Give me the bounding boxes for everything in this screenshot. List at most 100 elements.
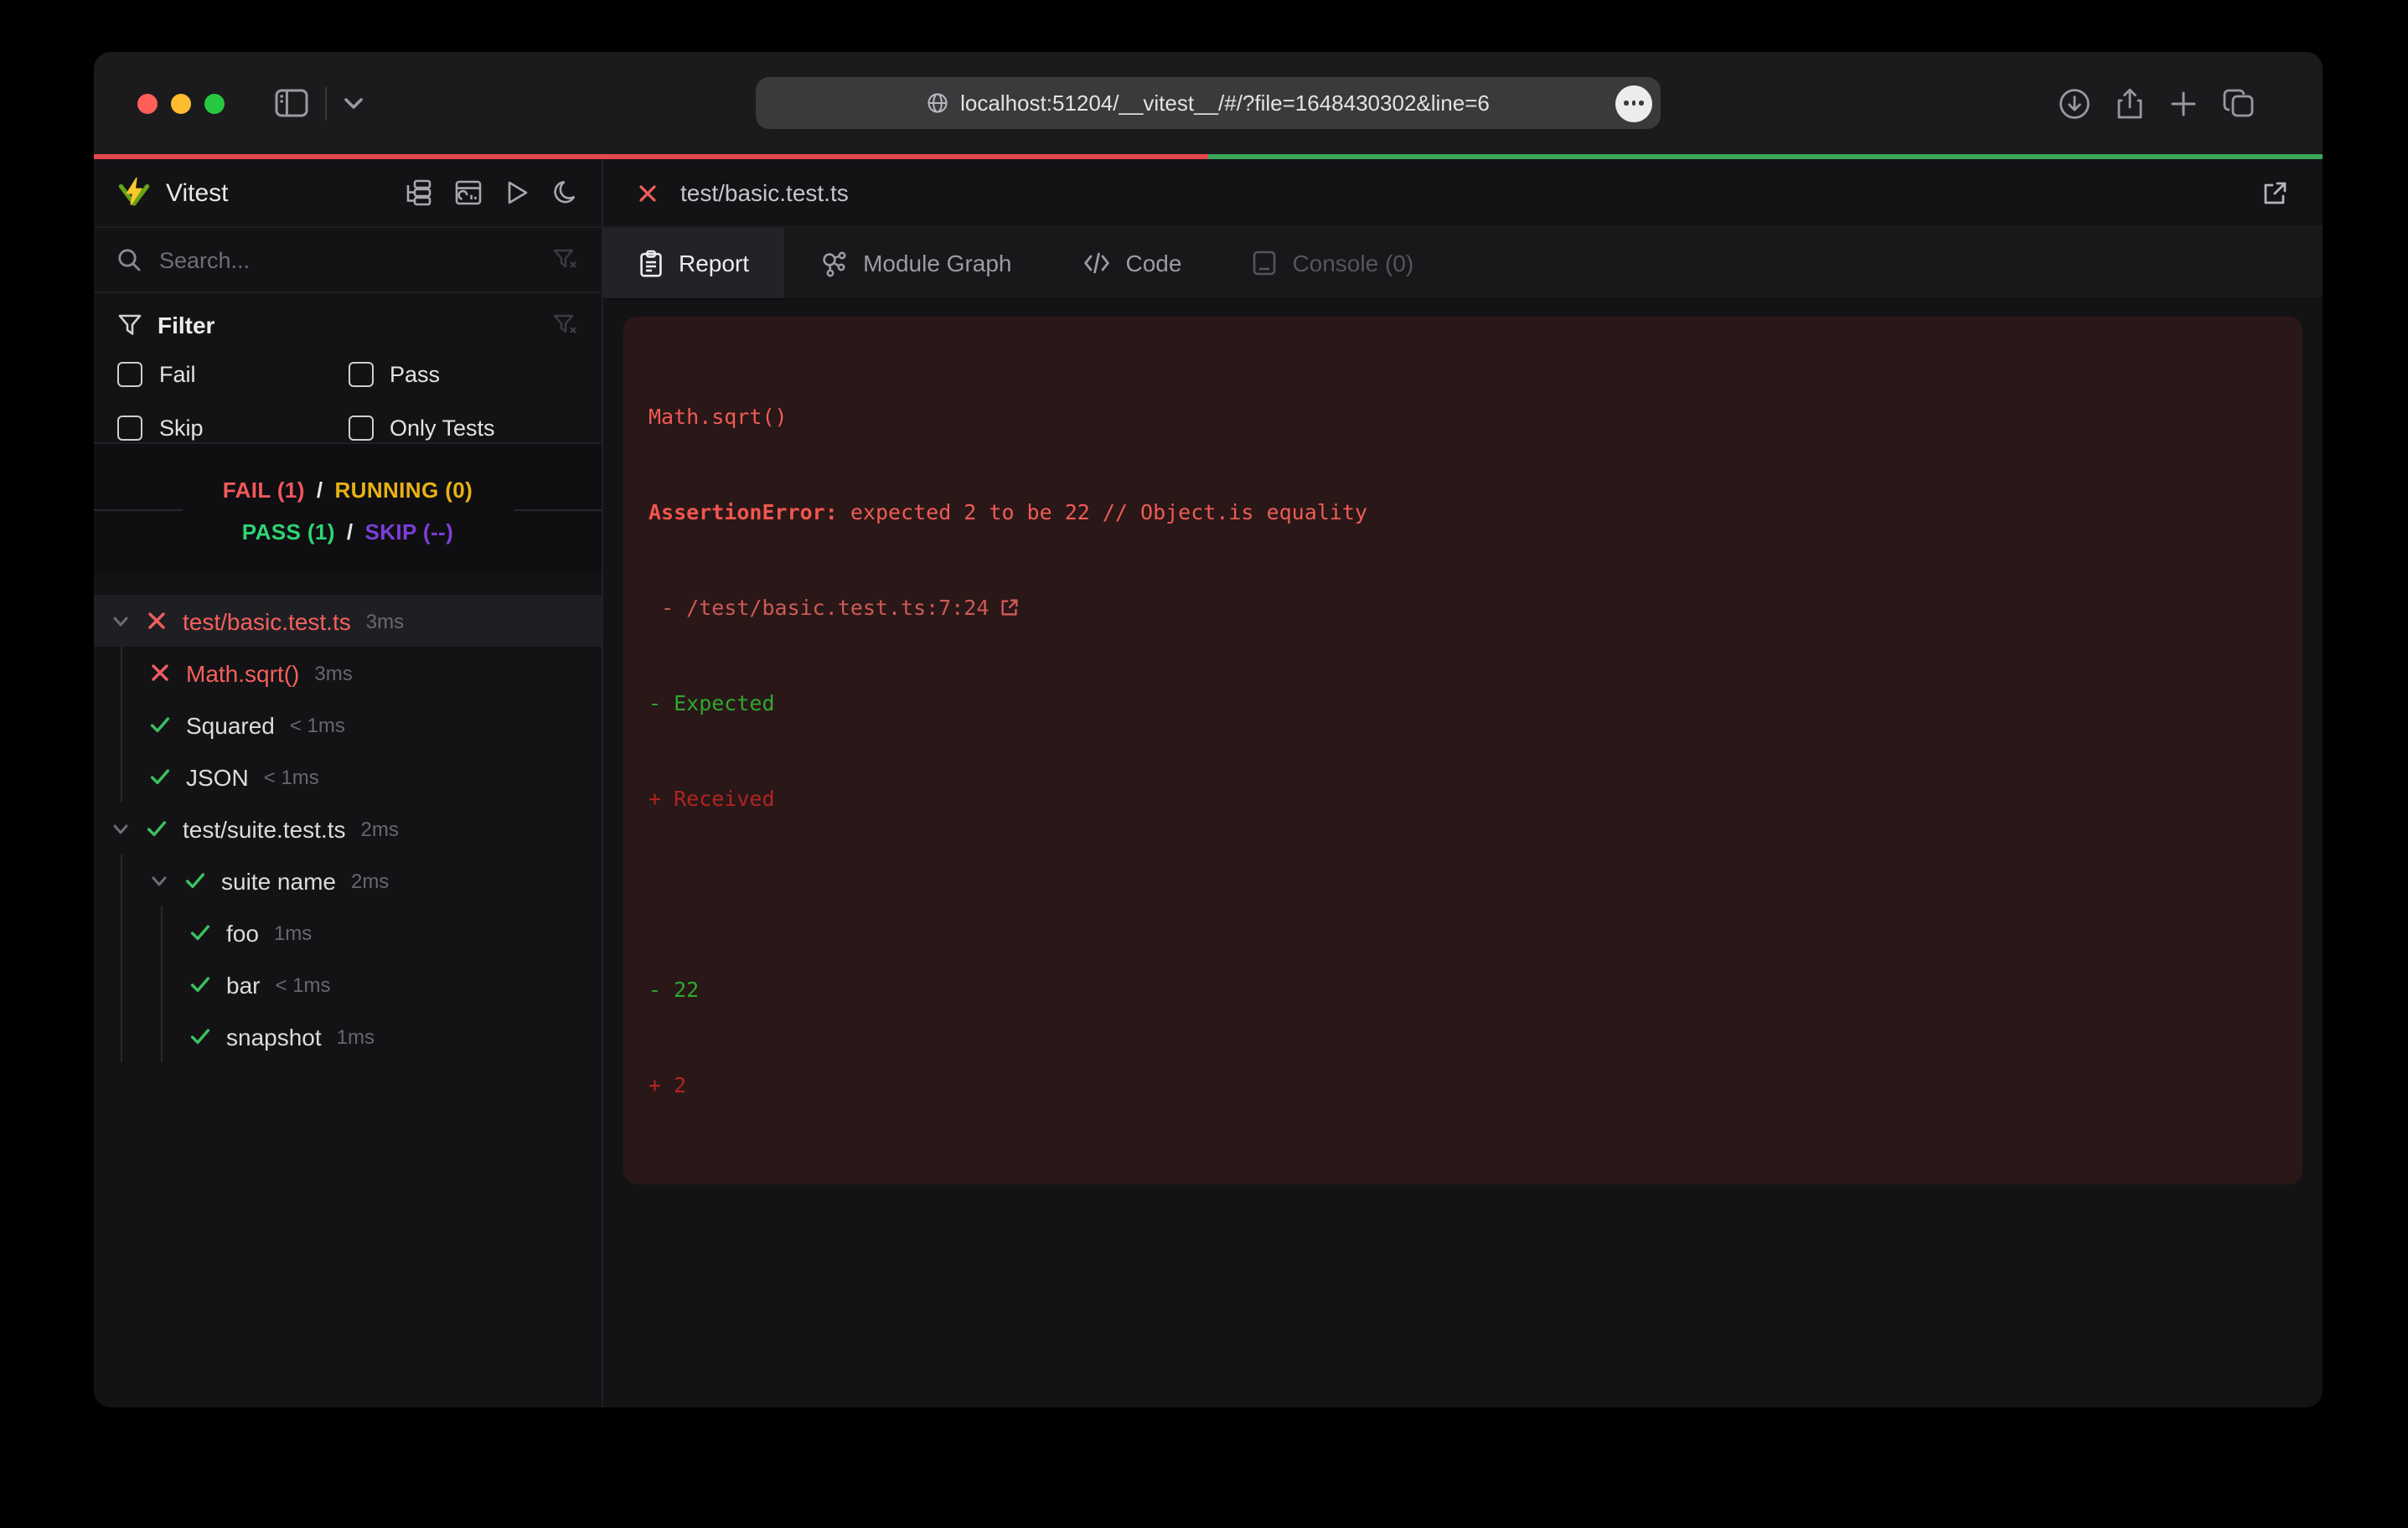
tab-report[interactable]: Report: [603, 228, 784, 298]
tree-row-math-sqrt[interactable]: Math.sqrt() 3ms: [94, 647, 602, 699]
tab-overview-icon[interactable]: [2222, 87, 2256, 119]
list-tree-icon[interactable]: [404, 179, 432, 206]
browser-toolbar: localhost:51204/__vitest__/#/?file=16484…: [94, 52, 2323, 154]
checkbox-icon[interactable]: [117, 361, 142, 386]
filter-checkbox-only-tests[interactable]: Only Tests: [348, 410, 578, 444]
chevron-down-icon[interactable]: [149, 870, 169, 890]
zoom-window-button[interactable]: [204, 93, 225, 113]
filter-checkbox-fail[interactable]: Fail: [117, 357, 348, 390]
tab-console-label: Console (0): [1292, 250, 1413, 276]
running-count: RUNNING (0): [334, 477, 473, 502]
failed-test-title: Math.sqrt(): [649, 400, 2277, 432]
chevron-down-icon[interactable]: [111, 611, 131, 631]
pass-check-icon: [189, 973, 211, 995]
search-bar: [94, 228, 602, 293]
sidebar-header: Vitest: [94, 159, 602, 228]
diff-removed-value: - 22: [649, 973, 2277, 1005]
dashboard-icon[interactable]: [454, 179, 483, 206]
fail-x-icon: [149, 662, 171, 684]
app-title: Vitest: [166, 178, 229, 207]
indent-guide: [121, 854, 122, 1062]
error-message-line: AssertionError: expected 2 to be 22 // O…: [649, 496, 2277, 528]
test-name: JSON: [186, 763, 249, 790]
test-duration: < 1ms: [275, 973, 330, 996]
filter-checkbox-pass[interactable]: Pass: [348, 357, 578, 390]
test-name: foo: [226, 919, 259, 946]
tab-console[interactable]: Console (0): [1217, 228, 1449, 298]
checkbox-icon[interactable]: [348, 361, 373, 386]
tab-report-label: Report: [679, 250, 749, 276]
report-view: Math.sqrt() AssertionError: expected 2 t…: [603, 300, 2323, 1407]
tree-row-suite-name[interactable]: suite name 2ms: [94, 854, 602, 906]
test-summary: FAIL (1) / RUNNING (0) PASS (1) / SKIP (…: [94, 444, 602, 573]
summary-row-fail-running: FAIL (1) / RUNNING (0): [94, 469, 602, 509]
search-input[interactable]: [156, 245, 553, 274]
error-location[interactable]: - /test/basic.test.ts:7:24: [649, 591, 989, 623]
window-controls: [137, 93, 225, 113]
sidebar: Vitest: [94, 159, 603, 1407]
tab-code[interactable]: Code: [1047, 228, 1217, 298]
tab-code-label: Code: [1126, 250, 1182, 276]
filter-label-fail: Fail: [159, 361, 196, 386]
run-all-icon[interactable]: [504, 179, 530, 206]
open-file-name: test/basic.test.ts: [680, 179, 849, 206]
tree-row-foo[interactable]: foo 1ms: [94, 906, 602, 958]
checkbox-icon[interactable]: [348, 415, 373, 440]
close-window-button[interactable]: [137, 93, 158, 113]
summary-separator: /: [317, 477, 323, 502]
tree-row-suite-test-file[interactable]: test/suite.test.ts 2ms: [94, 803, 602, 854]
sidebar-toggle-icon[interactable]: [275, 89, 308, 117]
pass-check-icon: [189, 1025, 211, 1047]
chevron-down-icon[interactable]: [111, 818, 131, 839]
summary-row-pass-skip: PASS (1) / SKIP (--): [94, 511, 602, 551]
tab-module-graph[interactable]: Module Graph: [784, 228, 1046, 298]
tree-row-basic-test-file[interactable]: test/basic.test.ts 3ms: [94, 595, 602, 647]
console-icon: [1252, 250, 1277, 276]
pass-check-icon: [149, 766, 171, 787]
skip-count: SKIP (--): [365, 519, 454, 544]
filter-funnel-icon: [117, 313, 142, 337]
fail-x-icon: [146, 610, 168, 632]
clear-search-filter-icon[interactable]: [553, 248, 578, 271]
test-file-name: test/suite.test.ts: [183, 815, 346, 842]
open-location-icon[interactable]: [999, 596, 1021, 618]
new-tab-icon[interactable]: [2168, 88, 2199, 118]
fail-x-icon: [637, 182, 659, 204]
test-duration: 1ms: [274, 921, 312, 944]
indent-guide: [121, 647, 122, 803]
tree-row-snapshot[interactable]: snapshot 1ms: [94, 1010, 602, 1062]
diff-blank-line: [649, 878, 2277, 910]
checkbox-icon[interactable]: [117, 415, 142, 440]
file-header: test/basic.test.ts: [603, 159, 2323, 228]
code-icon: [1083, 251, 1111, 275]
page-settings-button[interactable]: [1615, 85, 1652, 121]
toolbar-divider: [325, 86, 327, 120]
error-location-line[interactable]: - /test/basic.test.ts:7:24: [649, 591, 2277, 623]
address-bar[interactable]: localhost:51204/__vitest__/#/?file=16484…: [756, 77, 1661, 129]
share-icon[interactable]: [2115, 86, 2145, 120]
view-tabs: Report: [603, 228, 2323, 300]
tree-row-json[interactable]: JSON < 1ms: [94, 751, 602, 803]
module-graph-icon: [819, 249, 848, 277]
browser-window: localhost:51204/__vitest__/#/?file=16484…: [94, 52, 2323, 1407]
test-name: Math.sqrt(): [186, 659, 299, 686]
filter-label-skip: Skip: [159, 415, 204, 440]
pass-check-icon: [189, 921, 211, 943]
dark-mode-moon-icon[interactable]: [551, 179, 578, 206]
filter-checkbox-skip[interactable]: Skip: [117, 410, 348, 444]
clear-filters-icon[interactable]: [553, 313, 578, 337]
downloads-icon[interactable]: [2058, 86, 2091, 120]
filter-label-pass: Pass: [390, 361, 440, 386]
open-in-editor-icon[interactable]: [2261, 178, 2289, 207]
tree-row-squared[interactable]: Squared < 1ms: [94, 699, 602, 751]
globe-icon: [927, 92, 948, 114]
filter-title: Filter: [158, 312, 214, 338]
tree-row-bar[interactable]: bar < 1ms: [94, 958, 602, 1010]
report-icon: [638, 249, 664, 277]
test-duration: 3ms: [314, 661, 352, 684]
test-duration: 2ms: [361, 817, 399, 840]
assertion-error-panel: Math.sqrt() AssertionError: expected 2 t…: [623, 317, 2302, 1185]
toolbar-chevron-down-icon[interactable]: [344, 96, 364, 110]
minimize-window-button[interactable]: [171, 93, 191, 113]
main-panel: test/basic.test.ts: [603, 159, 2323, 1407]
